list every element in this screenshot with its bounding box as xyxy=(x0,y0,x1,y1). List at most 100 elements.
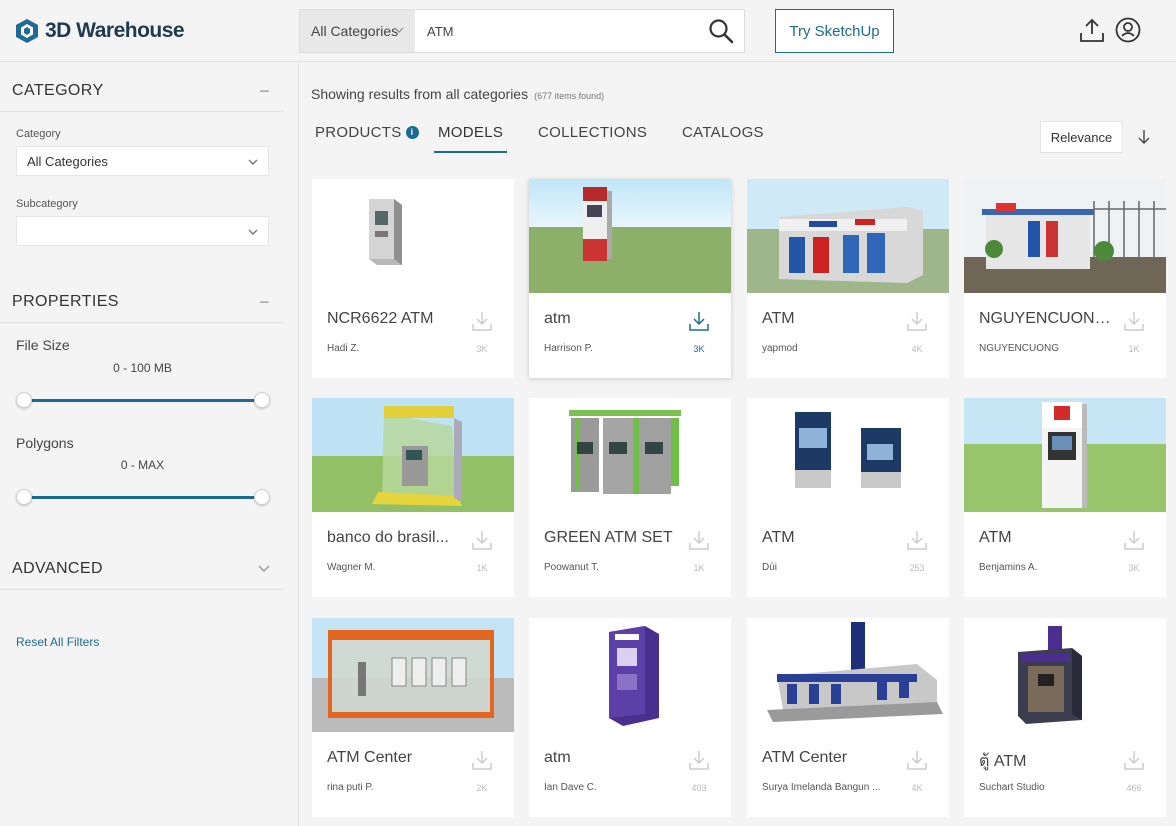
model-card[interactable]: banco do brasil... Wagner M. 1K xyxy=(312,398,514,597)
model-thumbnail[interactable] xyxy=(964,618,1166,732)
model-card[interactable]: NGUYENCUONG... NGUYENCUONG 1K xyxy=(964,179,1166,378)
user-icon[interactable] xyxy=(1115,17,1141,43)
model-thumbnail[interactable] xyxy=(964,179,1166,293)
logo[interactable]: 3D Warehouse xyxy=(15,18,185,44)
card-title[interactable]: ATM Center xyxy=(762,749,902,767)
model-card[interactable]: ATM Benjamins A. 3K xyxy=(964,398,1166,597)
upload-icon[interactable] xyxy=(1079,17,1105,43)
tab-collections[interactable]: COLLECTIONS xyxy=(538,124,647,153)
results-text: Showing results from all categories xyxy=(311,86,529,102)
model-card[interactable]: ATM yapmod 4K xyxy=(747,179,949,378)
search-bar: All Categories xyxy=(299,9,745,53)
category-select[interactable]: All Categories xyxy=(16,146,269,176)
category-section-header[interactable]: CATEGORY − xyxy=(12,76,284,106)
card-title[interactable]: NGUYENCUONG... xyxy=(979,310,1119,328)
collapse-icon[interactable]: − xyxy=(259,292,270,313)
download-icon[interactable] xyxy=(688,529,710,551)
file-size-max-handle[interactable] xyxy=(254,392,270,408)
tab-models[interactable]: MODELS xyxy=(434,124,508,153)
collapse-icon[interactable]: − xyxy=(259,81,270,102)
download-icon[interactable] xyxy=(471,529,493,551)
model-card[interactable]: atm Ian Dave C. 403 xyxy=(529,618,731,817)
card-author[interactable]: NGUYENCUONG xyxy=(979,343,1119,354)
model-card[interactable]: ตู้ ATM Suchart Studio 466 xyxy=(964,618,1166,817)
polygons-min-handle[interactable] xyxy=(16,489,32,505)
download-count: 1K xyxy=(476,563,488,573)
chevron-down-icon[interactable] xyxy=(258,564,270,574)
card-author[interactable]: Dúi xyxy=(762,562,902,573)
card-title[interactable]: ATM xyxy=(762,529,902,547)
model-thumbnail[interactable] xyxy=(312,179,514,293)
advanced-section-title: ADVANCED xyxy=(12,560,103,577)
tab-collections-label: COLLECTIONS xyxy=(538,124,648,141)
model-thumbnail[interactable] xyxy=(529,179,731,293)
properties-section-header[interactable]: PROPERTIES − xyxy=(12,287,284,317)
card-author[interactable]: Ian Dave C. xyxy=(544,782,684,793)
card-title[interactable]: atm xyxy=(544,749,684,767)
polygons-label: Polygons xyxy=(16,435,74,451)
card-title[interactable]: atm xyxy=(544,310,684,328)
tab-catalogs[interactable]: CATALOGS xyxy=(682,124,764,153)
card-author[interactable]: yapmod xyxy=(762,343,902,354)
card-author[interactable]: Suchart Studio xyxy=(979,782,1119,793)
polygons-max-handle[interactable] xyxy=(254,489,270,505)
download-icon[interactable] xyxy=(688,749,710,771)
search-input[interactable] xyxy=(416,10,696,52)
file-size-slider-track[interactable] xyxy=(24,399,262,402)
model-card[interactable]: ATM Dúi 253 xyxy=(747,398,949,597)
download-count: 2K xyxy=(476,783,488,793)
info-icon[interactable]: i xyxy=(405,126,419,139)
search-icon[interactable] xyxy=(708,18,734,44)
card-title[interactable]: GREEN ATM SET xyxy=(544,529,684,547)
tab-models-label: MODELS xyxy=(438,124,504,141)
subcategory-select[interactable] xyxy=(16,216,269,246)
card-author[interactable]: Poowanut T. xyxy=(544,562,684,573)
model-card[interactable]: ATM Center Surya Imelanda Bangun ... 4K xyxy=(747,618,949,817)
card-author[interactable]: Benjamins A. xyxy=(979,562,1119,573)
warehouse-logo-icon xyxy=(16,19,38,43)
card-title[interactable]: NCR6622 ATM xyxy=(327,310,467,328)
download-icon[interactable] xyxy=(1123,310,1145,332)
model-card[interactable]: atm Harrison P. 3K xyxy=(529,179,731,378)
model-thumbnail[interactable] xyxy=(529,398,731,512)
model-card[interactable]: ATM Center rina puti P. 2K xyxy=(312,618,514,817)
card-author[interactable]: Wagner M. xyxy=(327,562,467,573)
sort-direction-icon[interactable] xyxy=(1136,127,1152,147)
download-icon[interactable] xyxy=(471,749,493,771)
card-title[interactable]: banco do brasil... xyxy=(327,529,467,547)
model-card[interactable]: GREEN ATM SET Poowanut T. 1K xyxy=(529,398,731,597)
model-thumbnail[interactable] xyxy=(529,618,731,732)
try-sketchup-button[interactable]: Try SketchUp xyxy=(775,9,894,53)
card-author[interactable]: Hadi Z. xyxy=(327,343,467,354)
download-icon[interactable] xyxy=(906,310,928,332)
polygons-slider-track[interactable] xyxy=(24,496,262,499)
download-icon[interactable] xyxy=(906,529,928,551)
tab-products[interactable]: PRODUCTS i xyxy=(315,124,419,153)
category-label: Category xyxy=(16,128,61,140)
reset-filters-link[interactable]: Reset All Filters xyxy=(16,635,99,649)
download-icon[interactable] xyxy=(1123,529,1145,551)
card-title[interactable]: ATM Center xyxy=(327,749,467,767)
tab-catalogs-label: CATALOGS xyxy=(682,124,764,141)
download-icon[interactable] xyxy=(688,310,710,332)
model-thumbnail[interactable] xyxy=(747,179,949,293)
model-thumbnail[interactable] xyxy=(747,618,949,732)
advanced-section-header[interactable]: ADVANCED xyxy=(12,554,284,584)
search-category-select[interactable]: All Categories xyxy=(300,10,415,52)
model-thumbnail[interactable] xyxy=(312,398,514,512)
card-title[interactable]: ATM xyxy=(979,529,1119,547)
card-title[interactable]: ATM xyxy=(762,310,902,328)
model-card[interactable]: NCR6622 ATM Hadi Z. 3K xyxy=(312,179,514,378)
download-icon[interactable] xyxy=(471,310,493,332)
model-thumbnail[interactable] xyxy=(312,618,514,732)
card-author[interactable]: rina puti P. xyxy=(327,782,467,793)
model-thumbnail[interactable] xyxy=(747,398,949,512)
card-title[interactable]: ตู้ ATM xyxy=(979,749,1119,774)
model-thumbnail[interactable] xyxy=(964,398,1166,512)
card-author[interactable]: Surya Imelanda Bangun ... xyxy=(762,782,902,793)
download-icon[interactable] xyxy=(1123,749,1145,771)
download-icon[interactable] xyxy=(906,749,928,771)
file-size-min-handle[interactable] xyxy=(16,392,32,408)
card-author[interactable]: Harrison P. xyxy=(544,343,684,354)
sort-select[interactable]: Relevance xyxy=(1040,121,1123,153)
